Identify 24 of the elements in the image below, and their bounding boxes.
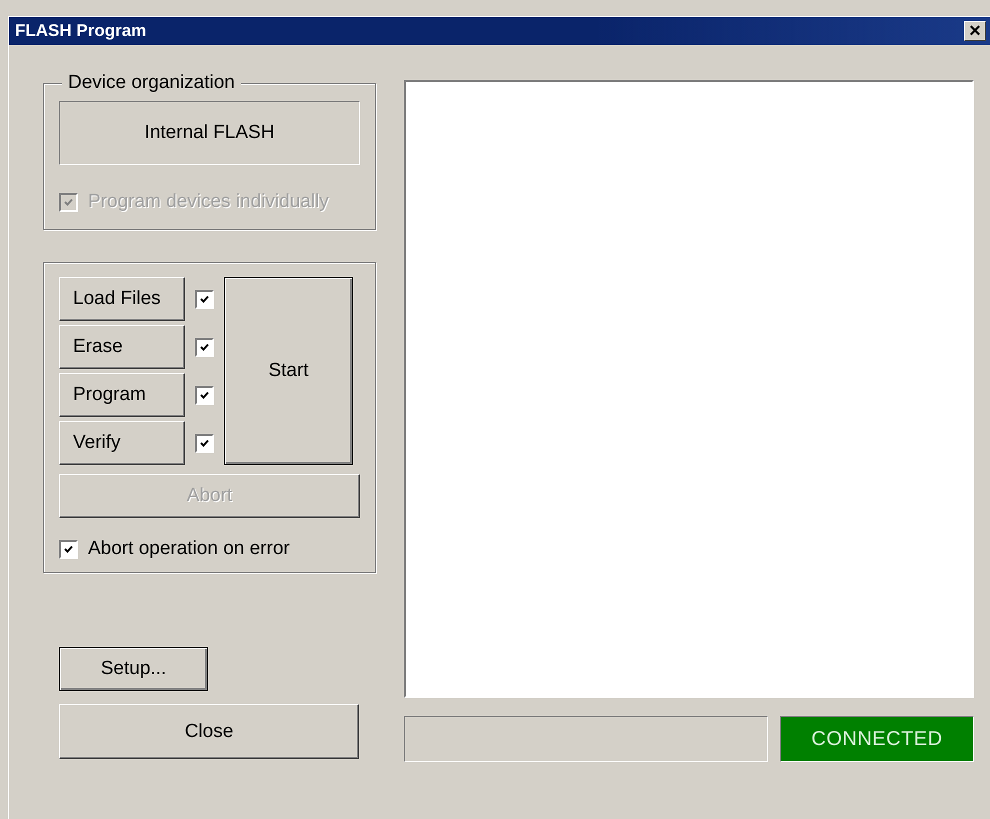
check-icon bbox=[200, 342, 209, 352]
device-panel: Internal FLASH bbox=[59, 101, 360, 165]
setup-button[interactable]: Setup... bbox=[59, 647, 208, 691]
checkbox[interactable] bbox=[195, 338, 214, 356]
checkbox[interactable] bbox=[195, 290, 214, 308]
checkbox[interactable] bbox=[59, 540, 78, 558]
operation-button[interactable]: Program bbox=[59, 373, 185, 417]
check-icon bbox=[200, 294, 209, 304]
check-icon bbox=[200, 390, 209, 400]
check-icon bbox=[200, 438, 209, 448]
close-button[interactable]: Close bbox=[59, 704, 359, 759]
operation-button[interactable]: Load Files bbox=[59, 277, 185, 321]
operation-button[interactable]: Erase bbox=[59, 325, 185, 369]
check-icon bbox=[64, 198, 73, 206]
group-title: Device organization bbox=[62, 72, 241, 94]
check-icon bbox=[64, 544, 73, 554]
start-button[interactable]: Start bbox=[224, 277, 353, 465]
status-indicator: CONNECTED bbox=[780, 716, 974, 762]
checkbox[interactable] bbox=[195, 386, 214, 404]
operation-button[interactable]: Verify bbox=[59, 421, 185, 465]
window-title: FLASH Program bbox=[15, 21, 146, 41]
close-button[interactable]: × bbox=[964, 21, 986, 41]
checkbox-label: Abort operation on error bbox=[88, 538, 290, 560]
checkbox[interactable] bbox=[195, 434, 214, 452]
